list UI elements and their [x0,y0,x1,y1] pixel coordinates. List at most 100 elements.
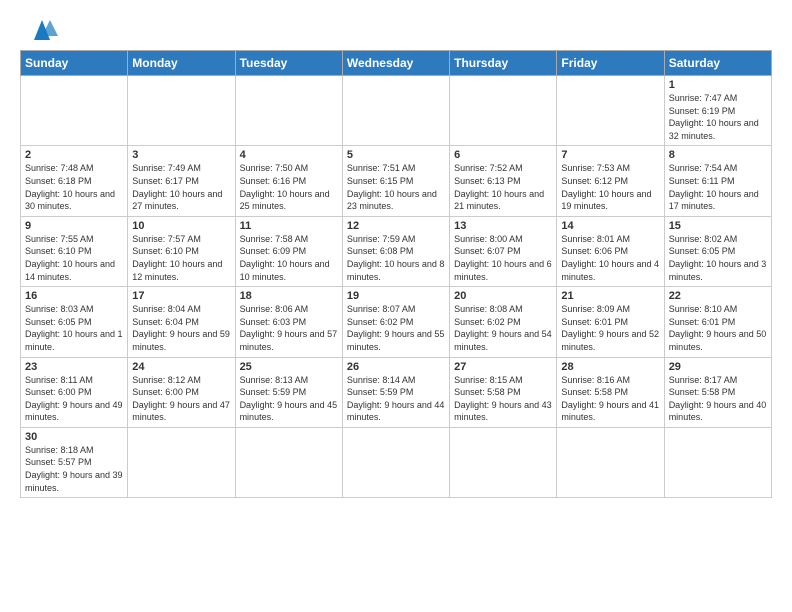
calendar-cell: 21Sunrise: 8:09 AM Sunset: 6:01 PM Dayli… [557,287,664,357]
calendar-cell [235,76,342,146]
calendar-cell [450,427,557,497]
col-header-saturday: Saturday [664,51,771,76]
day-info: Sunrise: 8:11 AM Sunset: 6:00 PM Dayligh… [25,374,123,424]
col-header-wednesday: Wednesday [342,51,449,76]
header [20,16,772,44]
calendar-week-row: 23Sunrise: 8:11 AM Sunset: 6:00 PM Dayli… [21,357,772,427]
day-info: Sunrise: 7:55 AM Sunset: 6:10 PM Dayligh… [25,233,123,283]
calendar-cell: 23Sunrise: 8:11 AM Sunset: 6:00 PM Dayli… [21,357,128,427]
day-info: Sunrise: 7:50 AM Sunset: 6:16 PM Dayligh… [240,162,338,212]
calendar-cell: 2Sunrise: 7:48 AM Sunset: 6:18 PM Daylig… [21,146,128,216]
calendar-cell [21,76,128,146]
calendar-cell: 29Sunrise: 8:17 AM Sunset: 5:58 PM Dayli… [664,357,771,427]
calendar-cell [342,76,449,146]
day-number: 23 [25,361,123,373]
calendar-cell: 28Sunrise: 8:16 AM Sunset: 5:58 PM Dayli… [557,357,664,427]
calendar-table: SundayMondayTuesdayWednesdayThursdayFrid… [20,50,772,498]
day-info: Sunrise: 7:53 AM Sunset: 6:12 PM Dayligh… [561,162,659,212]
day-number: 26 [347,361,445,373]
day-number: 2 [25,149,123,161]
calendar-cell: 20Sunrise: 8:08 AM Sunset: 6:02 PM Dayli… [450,287,557,357]
calendar-cell: 25Sunrise: 8:13 AM Sunset: 5:59 PM Dayli… [235,357,342,427]
calendar-cell: 9Sunrise: 7:55 AM Sunset: 6:10 PM Daylig… [21,216,128,286]
day-info: Sunrise: 7:59 AM Sunset: 6:08 PM Dayligh… [347,233,445,283]
col-header-sunday: Sunday [21,51,128,76]
day-info: Sunrise: 8:15 AM Sunset: 5:58 PM Dayligh… [454,374,552,424]
calendar-cell: 3Sunrise: 7:49 AM Sunset: 6:17 PM Daylig… [128,146,235,216]
logo-icon [24,16,60,44]
calendar-cell: 8Sunrise: 7:54 AM Sunset: 6:11 PM Daylig… [664,146,771,216]
calendar-cell: 26Sunrise: 8:14 AM Sunset: 5:59 PM Dayli… [342,357,449,427]
calendar-cell [128,427,235,497]
day-number: 17 [132,290,230,302]
day-info: Sunrise: 8:04 AM Sunset: 6:04 PM Dayligh… [132,303,230,353]
day-number: 1 [669,79,767,91]
calendar-cell: 16Sunrise: 8:03 AM Sunset: 6:05 PM Dayli… [21,287,128,357]
day-info: Sunrise: 8:07 AM Sunset: 6:02 PM Dayligh… [347,303,445,353]
day-info: Sunrise: 8:00 AM Sunset: 6:07 PM Dayligh… [454,233,552,283]
col-header-tuesday: Tuesday [235,51,342,76]
calendar-cell: 22Sunrise: 8:10 AM Sunset: 6:01 PM Dayli… [664,287,771,357]
day-number: 24 [132,361,230,373]
calendar-cell: 4Sunrise: 7:50 AM Sunset: 6:16 PM Daylig… [235,146,342,216]
day-info: Sunrise: 7:54 AM Sunset: 6:11 PM Dayligh… [669,162,767,212]
day-number: 8 [669,149,767,161]
day-info: Sunrise: 7:48 AM Sunset: 6:18 PM Dayligh… [25,162,123,212]
calendar-cell: 5Sunrise: 7:51 AM Sunset: 6:15 PM Daylig… [342,146,449,216]
calendar-cell: 17Sunrise: 8:04 AM Sunset: 6:04 PM Dayli… [128,287,235,357]
calendar-week-row: 9Sunrise: 7:55 AM Sunset: 6:10 PM Daylig… [21,216,772,286]
day-info: Sunrise: 8:09 AM Sunset: 6:01 PM Dayligh… [561,303,659,353]
day-info: Sunrise: 7:57 AM Sunset: 6:10 PM Dayligh… [132,233,230,283]
calendar-cell [342,427,449,497]
calendar-cell: 30Sunrise: 8:18 AM Sunset: 5:57 PM Dayli… [21,427,128,497]
calendar-cell: 12Sunrise: 7:59 AM Sunset: 6:08 PM Dayli… [342,216,449,286]
day-number: 30 [25,431,123,443]
day-info: Sunrise: 8:10 AM Sunset: 6:01 PM Dayligh… [669,303,767,353]
day-number: 25 [240,361,338,373]
day-info: Sunrise: 8:16 AM Sunset: 5:58 PM Dayligh… [561,374,659,424]
calendar-week-row: 16Sunrise: 8:03 AM Sunset: 6:05 PM Dayli… [21,287,772,357]
day-info: Sunrise: 7:49 AM Sunset: 6:17 PM Dayligh… [132,162,230,212]
calendar-cell: 14Sunrise: 8:01 AM Sunset: 6:06 PM Dayli… [557,216,664,286]
day-info: Sunrise: 7:51 AM Sunset: 6:15 PM Dayligh… [347,162,445,212]
day-number: 22 [669,290,767,302]
calendar-cell: 1Sunrise: 7:47 AM Sunset: 6:19 PM Daylig… [664,76,771,146]
calendar-cell [235,427,342,497]
day-info: Sunrise: 8:06 AM Sunset: 6:03 PM Dayligh… [240,303,338,353]
day-info: Sunrise: 8:08 AM Sunset: 6:02 PM Dayligh… [454,303,552,353]
day-number: 27 [454,361,552,373]
calendar-cell: 11Sunrise: 7:58 AM Sunset: 6:09 PM Dayli… [235,216,342,286]
day-number: 18 [240,290,338,302]
day-info: Sunrise: 8:18 AM Sunset: 5:57 PM Dayligh… [25,444,123,494]
calendar-cell: 7Sunrise: 7:53 AM Sunset: 6:12 PM Daylig… [557,146,664,216]
day-info: Sunrise: 8:13 AM Sunset: 5:59 PM Dayligh… [240,374,338,424]
day-info: Sunrise: 7:47 AM Sunset: 6:19 PM Dayligh… [669,92,767,142]
col-header-thursday: Thursday [450,51,557,76]
day-info: Sunrise: 7:52 AM Sunset: 6:13 PM Dayligh… [454,162,552,212]
col-header-monday: Monday [128,51,235,76]
day-number: 28 [561,361,659,373]
logo [20,16,60,44]
calendar-week-row: 1Sunrise: 7:47 AM Sunset: 6:19 PM Daylig… [21,76,772,146]
day-info: Sunrise: 7:58 AM Sunset: 6:09 PM Dayligh… [240,233,338,283]
day-number: 11 [240,220,338,232]
day-number: 15 [669,220,767,232]
calendar-cell [557,427,664,497]
calendar-cell: 24Sunrise: 8:12 AM Sunset: 6:00 PM Dayli… [128,357,235,427]
day-number: 12 [347,220,445,232]
day-info: Sunrise: 8:17 AM Sunset: 5:58 PM Dayligh… [669,374,767,424]
calendar-cell: 10Sunrise: 7:57 AM Sunset: 6:10 PM Dayli… [128,216,235,286]
day-number: 20 [454,290,552,302]
day-number: 14 [561,220,659,232]
day-number: 16 [25,290,123,302]
day-info: Sunrise: 8:12 AM Sunset: 6:00 PM Dayligh… [132,374,230,424]
calendar-cell: 6Sunrise: 7:52 AM Sunset: 6:13 PM Daylig… [450,146,557,216]
calendar-cell: 18Sunrise: 8:06 AM Sunset: 6:03 PM Dayli… [235,287,342,357]
calendar-cell [450,76,557,146]
day-number: 4 [240,149,338,161]
day-number: 9 [25,220,123,232]
calendar-cell: 19Sunrise: 8:07 AM Sunset: 6:02 PM Dayli… [342,287,449,357]
day-info: Sunrise: 8:01 AM Sunset: 6:06 PM Dayligh… [561,233,659,283]
calendar-cell [557,76,664,146]
day-number: 10 [132,220,230,232]
